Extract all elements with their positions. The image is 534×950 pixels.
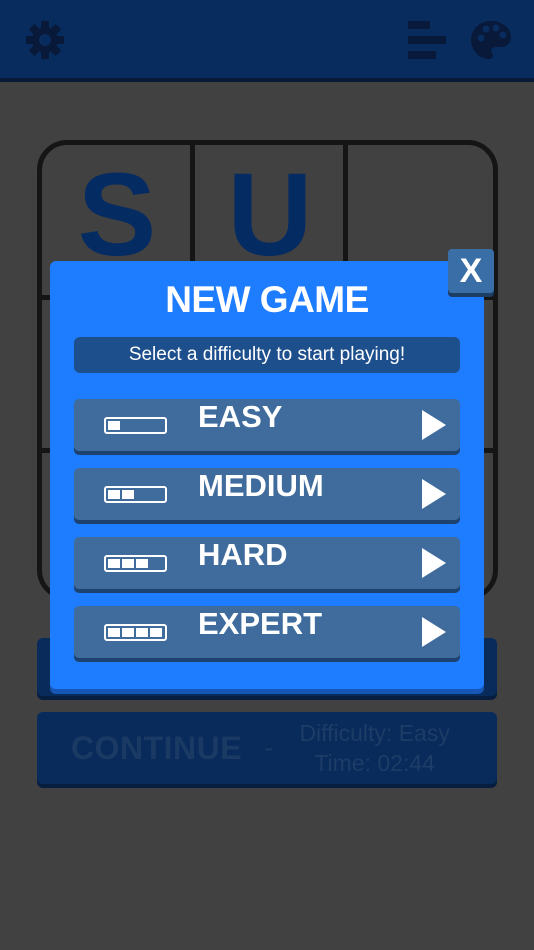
top-bar [0,0,534,82]
difficulty-easy-button[interactable]: EASY [74,399,460,451]
play-arrow-icon [422,548,446,578]
continue-time: Time: 02:44 [314,750,435,776]
play-arrow-icon [422,479,446,509]
difficulty-label: EASY [198,399,283,434]
dialog-title: NEW GAME [165,279,369,320]
difficulty-bar-icon [104,555,167,572]
continue-info: Difficulty: Easy Time: 02:44 [299,718,449,778]
difficulty-label: HARD [198,537,288,572]
title-letter: U [227,149,313,281]
difficulty-bar-icon [104,417,167,434]
dialog-subtitle: Select a difficulty to start playing! [74,337,460,373]
continue-separator: - [264,732,274,763]
play-arrow-icon [422,410,446,440]
difficulty-medium-button[interactable]: MEDIUM [74,468,460,520]
title-letter: S [77,149,157,281]
continue-button[interactable]: CONTINUE - Difficulty: Easy Time: 02:44 [37,712,497,784]
gear-icon[interactable] [23,18,67,62]
leaderboard-icon[interactable] [405,18,449,62]
palette-icon[interactable] [469,18,513,62]
close-button[interactable]: X [448,249,494,293]
difficulty-bar-icon [104,486,167,503]
difficulty-label: EXPERT [198,606,323,641]
difficulty-bar-icon [104,624,167,641]
continue-difficulty: Difficulty: Easy [299,720,450,746]
play-arrow-icon [422,617,446,647]
difficulty-expert-button[interactable]: EXPERT [74,606,460,658]
continue-label: CONTINUE [71,729,243,766]
difficulty-hard-button[interactable]: HARD [74,537,460,589]
difficulty-label: MEDIUM [198,468,324,503]
new-game-dialog: NEW GAME Select a difficulty to start pl… [50,261,484,689]
